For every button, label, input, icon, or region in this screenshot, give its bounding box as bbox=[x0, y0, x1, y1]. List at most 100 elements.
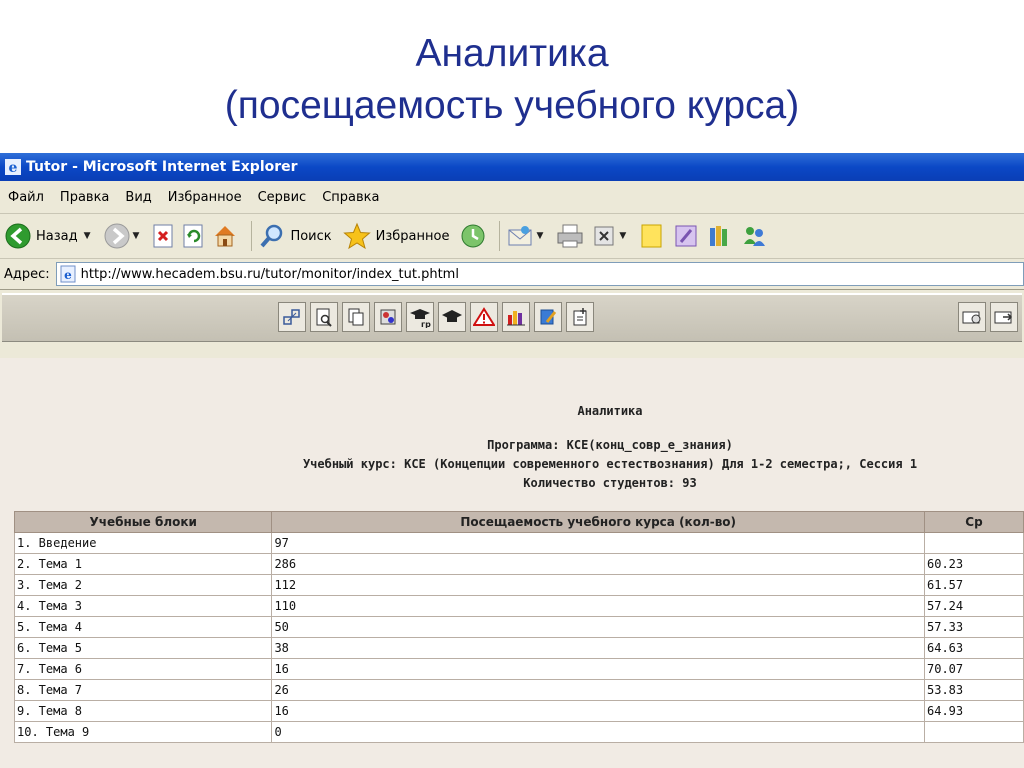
window-titlebar[interactable]: e Tutor - Microsoft Internet Explorer bbox=[0, 153, 1024, 181]
cell-avg: 61.57 bbox=[924, 574, 1024, 596]
cell-avg: 57.24 bbox=[924, 595, 1024, 617]
svg-text:гр: гр bbox=[421, 320, 431, 328]
menu-tools[interactable]: Сервис bbox=[258, 190, 307, 205]
back-dropdown-icon[interactable]: ▼ bbox=[84, 231, 91, 241]
cell-block: 4. Тема 3 bbox=[13, 595, 273, 617]
back-button[interactable]: Назад ▼ bbox=[4, 222, 97, 250]
search-label: Поиск bbox=[290, 228, 332, 244]
slide-title-line2: (посещаемость учебного курса) bbox=[224, 84, 800, 127]
table-row: 5. Тема 4 50 57.33 bbox=[13, 616, 1024, 638]
attendance-table: Учебные блоки Посещаемость учебного курс… bbox=[13, 511, 1024, 743]
tool-monitor-icon[interactable] bbox=[958, 302, 986, 332]
slide-title: Аналитика (посещаемость учебного курса) bbox=[0, 28, 1024, 132]
toolbar-separator bbox=[499, 221, 501, 251]
table-row: 2. Тема 1 286 60.23 bbox=[13, 553, 1024, 575]
menu-help[interactable]: Справка bbox=[322, 190, 379, 205]
cell-visits: 38 bbox=[271, 637, 925, 659]
edit-dropdown-icon[interactable]: ▼ bbox=[619, 231, 626, 241]
library-button[interactable] bbox=[706, 222, 734, 250]
app-toolbar: гр bbox=[2, 293, 1022, 342]
window-title: Tutor - Microsoft Internet Explorer bbox=[26, 159, 298, 175]
table-row: 9. Тема 8 16 64.93 bbox=[13, 700, 1024, 722]
cell-avg bbox=[924, 721, 1024, 743]
tool-chart-icon[interactable] bbox=[502, 302, 530, 332]
toolbar-separator bbox=[251, 221, 253, 251]
address-field[interactable]: e http://www.hecadem.bsu.ru/tutor/monito… bbox=[55, 262, 1024, 286]
messenger-button[interactable] bbox=[740, 222, 768, 250]
research-icon bbox=[675, 225, 697, 247]
mail-icon bbox=[508, 226, 532, 246]
tool-warning-icon[interactable] bbox=[470, 302, 498, 332]
cell-visits: 97 bbox=[271, 532, 925, 554]
column-header-blocks[interactable]: Учебные блоки bbox=[13, 511, 273, 533]
tool-export-icon[interactable] bbox=[566, 302, 594, 332]
svg-text:e: e bbox=[9, 160, 18, 176]
menu-edit[interactable]: Правка bbox=[60, 190, 109, 205]
back-arrow-icon bbox=[5, 223, 31, 249]
tool-preview-icon[interactable] bbox=[310, 302, 338, 332]
home-button[interactable] bbox=[211, 222, 239, 250]
forward-button[interactable]: ▼ bbox=[103, 222, 146, 250]
tool-cap-icon[interactable] bbox=[438, 302, 466, 332]
table-row: 6. Тема 5 38 64.63 bbox=[13, 637, 1024, 659]
research-button[interactable] bbox=[672, 222, 700, 250]
tool-settings-icon[interactable] bbox=[374, 302, 402, 332]
tool-edit-icon[interactable] bbox=[534, 302, 562, 332]
stop-button[interactable] bbox=[151, 223, 175, 249]
discuss-button[interactable] bbox=[638, 222, 666, 250]
cell-avg bbox=[924, 532, 1024, 554]
ie-logo-icon: e bbox=[5, 159, 21, 176]
menu-file[interactable]: Файл bbox=[8, 190, 44, 205]
column-header-avg[interactable]: Ср bbox=[924, 511, 1024, 533]
refresh-button[interactable] bbox=[181, 223, 205, 249]
back-label: Назад bbox=[36, 228, 78, 244]
table-row: 4. Тема 3 110 57.24 bbox=[13, 595, 1024, 617]
print-button[interactable] bbox=[555, 222, 585, 250]
column-header-visits[interactable]: Посещаемость учебного курса (кол-во) bbox=[271, 511, 925, 533]
menu-bar: Файл Правка Вид Избранное Сервис Справка bbox=[0, 181, 1024, 214]
cell-visits: 110 bbox=[271, 595, 925, 617]
search-button[interactable]: Поиск bbox=[258, 222, 335, 250]
mail-button[interactable]: ▼ bbox=[506, 222, 549, 250]
tool-link-icon[interactable] bbox=[278, 302, 306, 332]
report-heading: Аналитика bbox=[577, 404, 643, 418]
cell-visits: 16 bbox=[271, 700, 925, 722]
printer-icon bbox=[557, 224, 583, 248]
menu-favorites[interactable]: Избранное bbox=[168, 190, 242, 205]
forward-dropdown-icon[interactable]: ▼ bbox=[133, 231, 140, 241]
cell-visits: 50 bbox=[271, 616, 925, 638]
home-icon bbox=[215, 226, 236, 247]
menu-view[interactable]: Вид bbox=[125, 190, 151, 205]
tool-copy-icon[interactable] bbox=[342, 302, 370, 332]
report-content: Аналитика Программа: КСЕ(конц_совр_е_зна… bbox=[0, 358, 1024, 768]
table-row: 10. Тема 9 0 bbox=[13, 721, 1024, 743]
cell-avg: 53.83 bbox=[924, 679, 1024, 701]
table-row: 8. Тема 7 26 53.83 bbox=[13, 679, 1024, 701]
cell-block: 6. Тема 5 bbox=[13, 637, 273, 659]
cell-avg: 64.93 bbox=[924, 700, 1024, 722]
cell-block: 8. Тема 7 bbox=[13, 679, 273, 701]
mail-dropdown-icon[interactable]: ▼ bbox=[536, 231, 543, 241]
address-bar: Адрес: e http://www.hecadem.bsu.ru/tutor… bbox=[0, 259, 1024, 290]
favorites-button[interactable]: Избранное bbox=[342, 222, 454, 250]
history-button[interactable] bbox=[459, 222, 487, 250]
cell-avg: 57.33 bbox=[924, 616, 1024, 638]
report-students: Количество студентов: 93 bbox=[523, 476, 697, 490]
report-course: Учебный курс: КСЕ (Концепции современног… bbox=[302, 457, 918, 471]
refresh-icon bbox=[183, 224, 203, 248]
cell-block: 9. Тема 8 bbox=[13, 700, 273, 722]
ie-window: e Tutor - Microsoft Internet Explorer Фа… bbox=[0, 153, 1024, 768]
tool-group-cap-icon[interactable]: гр bbox=[406, 302, 434, 332]
edit-button[interactable]: ▼ bbox=[591, 222, 632, 250]
report-program: Программа: КСЕ(конц_совр_е_знания) bbox=[487, 438, 733, 452]
cell-block: 5. Тема 4 bbox=[13, 616, 273, 638]
table-header-row: Учебные блоки Посещаемость учебного курс… bbox=[13, 511, 1024, 533]
browser-toolbar: Назад ▼ ▼ Поиск Избранное ▼ ▼ bbox=[0, 214, 1024, 259]
cell-block: 1. Введение bbox=[13, 532, 273, 554]
cell-visits: 286 bbox=[271, 553, 925, 575]
forward-arrow-icon bbox=[104, 223, 130, 249]
favorites-label: Избранное bbox=[375, 228, 450, 244]
tool-exit-icon[interactable] bbox=[990, 302, 1018, 332]
cell-avg: 64.63 bbox=[924, 637, 1024, 659]
address-label: Адрес: bbox=[4, 266, 50, 282]
